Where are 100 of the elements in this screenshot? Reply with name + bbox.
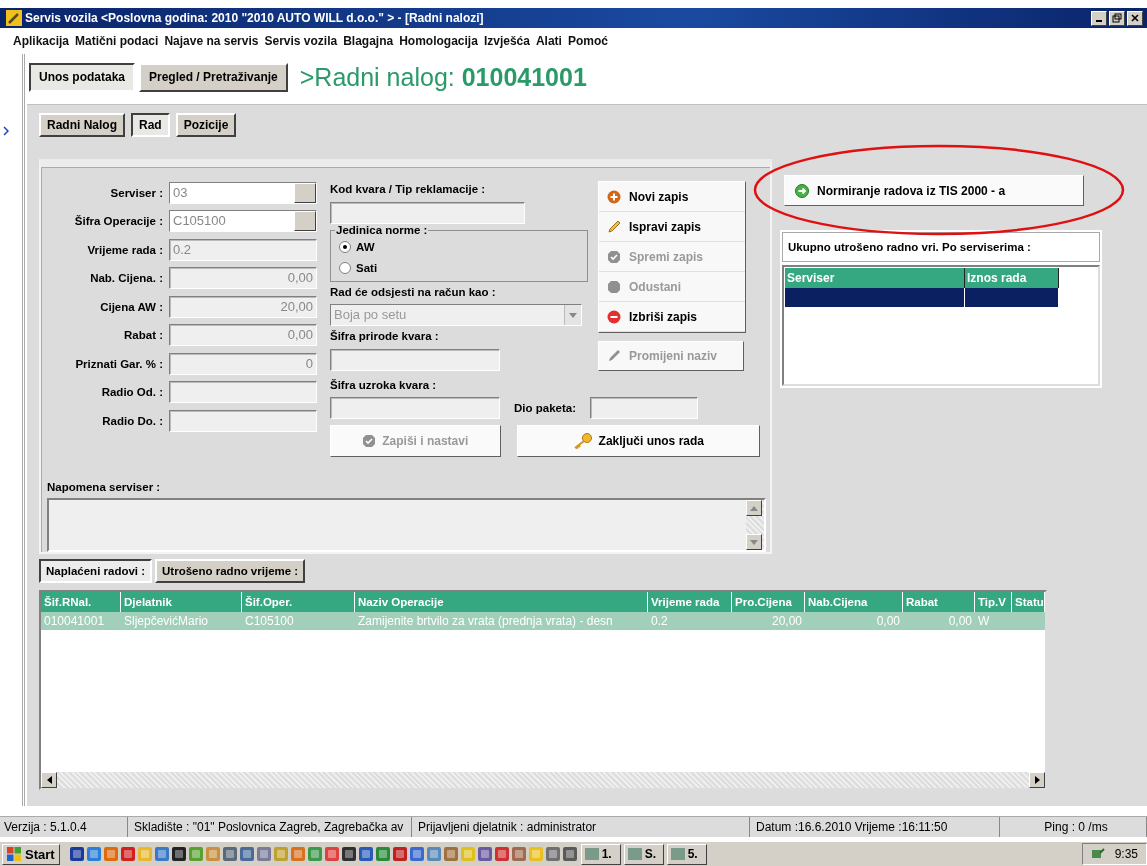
status-field: Ping : 0 /ms — [1000, 817, 1147, 837]
input-field[interactable] — [590, 397, 698, 419]
chevron-icon — [3, 126, 9, 136]
table-cell-text: C105100 — [244, 613, 295, 630]
down-arrow-icon — [750, 539, 758, 545]
menu-item[interactable]: Servis vozila — [264, 34, 338, 48]
table-cell-text: 20,00 — [770, 613, 803, 630]
menu-item[interactable]: Aplikacija — [13, 34, 70, 48]
status-field: Verzija : 5.1.0.4 — [0, 817, 128, 837]
tis-norm-button[interactable]: Normiranje radova iz TIS 2000 - a — [784, 175, 1084, 206]
left-arrow-icon — [46, 776, 52, 784]
table-cell-text: 0,00 — [947, 613, 973, 630]
table-cell-text: W — [977, 613, 991, 630]
restore-button[interactable] — [1109, 10, 1125, 26]
action-button[interactable]: Zaključi unos rada — [516, 425, 760, 457]
section-tab[interactable]: Radni Nalog — [39, 113, 125, 137]
input-field[interactable] — [169, 381, 317, 404]
menu-item[interactable]: Homologacija — [399, 34, 478, 48]
table-cell-text: 010041001 — [43, 613, 106, 630]
menu-item[interactable]: Izvješća — [483, 34, 530, 48]
minimize-icon — [1096, 20, 1102, 22]
field-label: Radio Od. : — [100, 386, 163, 399]
menu-item[interactable]: Najave na servis — [164, 34, 259, 48]
scroll-down-button[interactable] — [746, 534, 762, 550]
section-tab[interactable]: Rad — [131, 113, 170, 137]
window-icon — [627, 847, 642, 861]
pencil-icon — [607, 219, 621, 234]
app-icon[interactable] — [561, 846, 578, 862]
clock: 9:35 — [1114, 847, 1138, 861]
table-cell-text: 0.2 — [650, 613, 669, 630]
check-icon — [362, 434, 377, 448]
radio-option[interactable]: AW — [339, 236, 579, 257]
input-field[interactable] — [330, 202, 525, 224]
app-icon[interactable] — [68, 846, 85, 862]
table-cell-text: 0,00 — [875, 613, 901, 630]
status-field: Skladište : "01" Poslovnica Zagreb, Zagrebačka av — [128, 817, 412, 837]
taskbar-button[interactable]: S. — [623, 843, 664, 865]
section-tab[interactable]: Pozicije — [175, 113, 237, 137]
network-icon — [1090, 847, 1105, 861]
field-label: Rad će odsjesti na račun kao : — [330, 285, 497, 300]
check-icon — [607, 249, 621, 264]
window-icon — [584, 847, 599, 861]
pencil-icon — [607, 349, 621, 363]
right-arrow-icon — [1034, 776, 1040, 784]
taskbar-button[interactable]: 5. — [666, 843, 707, 865]
field-label: Dio paketa: — [514, 401, 576, 416]
lookup-field[interactable]: C105100 — [169, 210, 317, 233]
field-label: Šifra uzroka kvara : — [330, 378, 438, 393]
window-title: Servis vozila <Poslovna godina: 2010 "2010 AUTO WILL d.o.o." > - [Radni nalozi] — [25, 11, 484, 25]
key-icon — [572, 433, 593, 449]
field-label: Radio Do. : — [101, 414, 163, 427]
restore-icon — [1112, 13, 1122, 23]
input-field[interactable] — [330, 397, 500, 419]
scroll-right-button[interactable] — [1029, 772, 1045, 788]
stop-icon — [607, 279, 621, 294]
menu-item[interactable]: Pomoć — [567, 34, 608, 48]
caret-icon — [569, 312, 577, 318]
table-cell-text: SljepčevićMario — [123, 613, 210, 630]
minus-icon — [607, 309, 621, 324]
status-field: Datum :16.6.2010 Vrijeme :16:11:50 — [750, 817, 1000, 837]
field-label: Serviser : — [109, 186, 163, 199]
up-arrow-icon — [750, 505, 758, 511]
field-label: Nab. Cijena. : — [89, 272, 163, 285]
work-order-heading: >Radni nalog: 010041001 — [299, 62, 587, 92]
close-button[interactable] — [1127, 10, 1143, 26]
field-label: Šifra prirode kvara : — [330, 329, 440, 344]
field-label: Priznati Gar. % : — [74, 357, 163, 370]
field-label: Napomena serviser : — [47, 480, 162, 495]
taskbar-button[interactable]: 1. — [580, 843, 621, 865]
plus-icon — [607, 189, 621, 204]
field-label: Vrijeme rada : — [86, 243, 163, 256]
minimize-button[interactable] — [1091, 10, 1107, 26]
field-label: Šifra Operacije : — [73, 215, 163, 228]
start-button[interactable]: Start — [2, 843, 60, 865]
input-field[interactable] — [330, 349, 500, 371]
notes-field[interactable] — [47, 498, 766, 552]
list-tab[interactable]: Utrošeno radno vrijeme : — [155, 559, 306, 583]
panel-title: Ukupno utrošeno radno vri. Po serviserima : — [782, 232, 1100, 262]
scroll-left-button[interactable] — [41, 772, 57, 788]
group-label: Jedinica norme : — [335, 224, 429, 236]
list-tab[interactable]: Naplaćeni radovi : — [39, 559, 153, 583]
field-label: Kod kvara / Tip reklamacije : — [330, 182, 487, 197]
lookup-field[interactable]: 03 — [169, 181, 317, 204]
field-label: Rabat : — [123, 329, 163, 342]
scroll-up-button[interactable] — [746, 500, 762, 516]
view-tab[interactable]: Pregled / Pretraživanje — [139, 62, 288, 92]
input-field[interactable] — [169, 409, 317, 432]
app-icon[interactable] — [170, 846, 187, 862]
table-cell-text: Zamijenite brtvilo za vrata (prednja vrata) - desn — [357, 613, 614, 630]
app-icon[interactable] — [340, 846, 357, 862]
radio-option[interactable]: Sati — [339, 257, 579, 278]
close-icon — [1130, 13, 1140, 23]
menu-item[interactable]: Matični podaci — [75, 34, 159, 48]
menu-item[interactable]: Blagajna — [343, 34, 394, 48]
windows-logo — [7, 847, 21, 861]
window-icon — [670, 847, 685, 861]
field-label: Cijena AW : — [99, 300, 163, 313]
view-tab[interactable]: Unos podataka — [29, 62, 135, 92]
status-field: Prijavljeni djelatnik : administrator — [412, 817, 750, 837]
menu-item[interactable]: Alati — [535, 34, 562, 48]
